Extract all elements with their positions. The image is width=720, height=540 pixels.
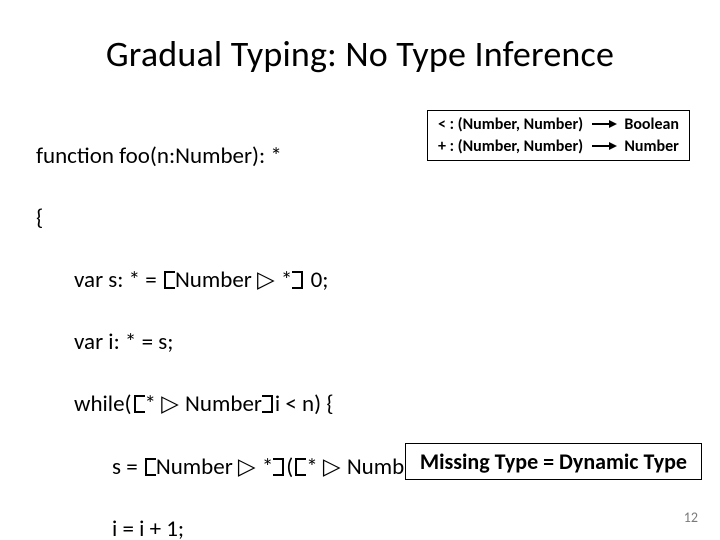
triangle-icon: ▷ (161, 390, 180, 418)
cast-close-icon (262, 395, 275, 413)
triangle-icon: ▷ (323, 453, 342, 481)
callout-box: Missing Type = Dynamic Type (405, 443, 702, 480)
slide-title: Gradual Typing: No Type Inference (36, 32, 684, 76)
cast-close-icon (292, 271, 305, 289)
code-line: { (36, 203, 684, 234)
code-line: i = i + 1; (36, 514, 684, 540)
cast-open-icon (293, 458, 306, 476)
type-sig-lt: < : (Number, Number) Boolean (438, 114, 679, 136)
cast-open-icon (132, 395, 145, 413)
type-sig-plus-lhs: + : (Number, Number) (438, 137, 583, 156)
page-number: 12 (684, 509, 698, 526)
type-sig-plus: + : (Number, Number) Number (438, 136, 679, 158)
triangle-icon: ▷ (238, 453, 257, 481)
type-sig-lt-lhs: < : (Number, Number) (438, 115, 583, 134)
arrow-icon (591, 119, 617, 129)
code-line: var s: * = Number ▷ * 0; (36, 265, 684, 296)
cast-open-icon (143, 458, 156, 476)
type-signature-box: < : (Number, Number) Boolean + : (Number… (427, 110, 690, 161)
arrow-icon (591, 141, 617, 151)
slide: Gradual Typing: No Type Inference < : (N… (0, 0, 720, 540)
triangle-icon: ▷ (257, 266, 276, 294)
cast-open-icon (162, 271, 175, 289)
cast-close-icon (273, 458, 286, 476)
type-sig-plus-rhs: Number (624, 137, 678, 156)
code-line: var i: * = s; (36, 327, 684, 358)
code-line: while(* ▷ Numberi < n) { (36, 389, 684, 420)
type-sig-lt-rhs: Boolean (624, 115, 679, 134)
